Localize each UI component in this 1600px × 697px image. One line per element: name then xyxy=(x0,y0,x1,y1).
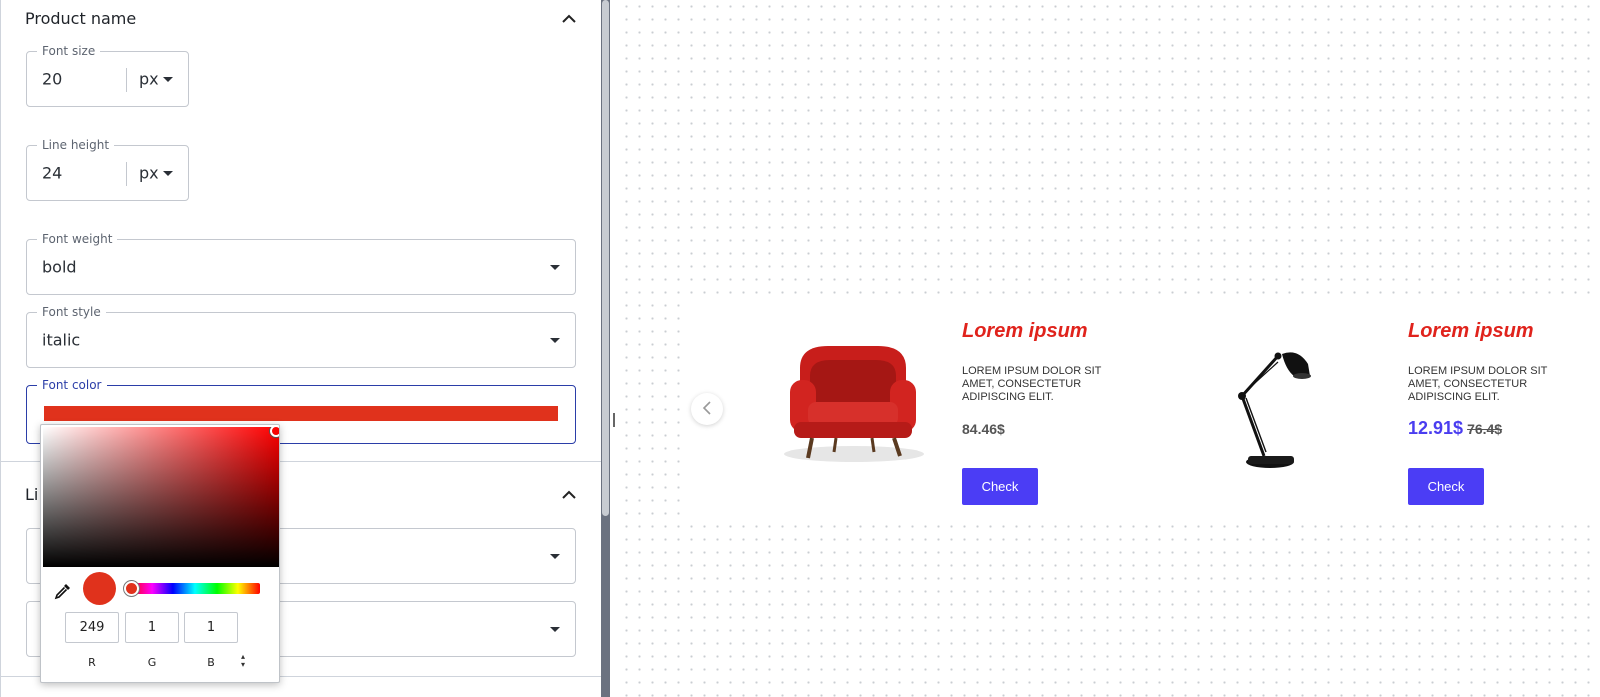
product-price: 84.46$ xyxy=(962,421,1005,437)
font-color-label: Font color xyxy=(37,378,107,392)
caret-down-icon[interactable] xyxy=(550,265,560,270)
caret-down-icon[interactable] xyxy=(550,338,560,343)
font-size-unit-select[interactable]: px xyxy=(139,70,159,89)
unit-separator xyxy=(126,162,127,186)
red-input[interactable]: 249 xyxy=(65,612,119,643)
saturation-handle[interactable] xyxy=(270,427,279,437)
green-label: G xyxy=(147,656,157,669)
product-title: Lorem ipsum xyxy=(962,320,1088,342)
blue-input[interactable]: 1 xyxy=(184,612,238,643)
sale-price: 12.91$ xyxy=(1408,418,1464,438)
font-size-field[interactable]: Font size 20 px xyxy=(26,44,189,107)
product-slider: Lorem ipsum LOREM IPSUM DOLOR SIT AMET, … xyxy=(686,300,1600,516)
hue-slider[interactable] xyxy=(130,583,260,594)
caret-down-icon[interactable] xyxy=(550,554,560,559)
product-description: LOREM IPSUM DOLOR SIT AMET, CONSECTETUR … xyxy=(1408,365,1548,403)
editor-window: Product name Font size 20 px Line height… xyxy=(0,0,1600,697)
section-title: Product name xyxy=(25,8,137,28)
font-style-value: italic xyxy=(42,330,81,350)
product-price-sale: 12.91$ 76.4$ xyxy=(1408,418,1502,439)
font-size-input[interactable]: 20 xyxy=(42,70,62,89)
chevron-left-icon xyxy=(702,400,712,419)
font-weight-value: bold xyxy=(42,257,77,277)
line-height-field[interactable]: Line height 24 px xyxy=(26,138,189,201)
color-preview xyxy=(83,572,116,605)
font-weight-label: Font weight xyxy=(37,232,118,246)
line-height-unit-select[interactable]: px xyxy=(139,164,159,183)
product-description: LOREM IPSUM DOLOR SIT AMET, CONSECTETUR … xyxy=(962,365,1102,403)
product-image-armchair xyxy=(770,336,930,466)
saturation-area[interactable] xyxy=(43,427,279,567)
panel-resize-handle[interactable] xyxy=(613,413,615,427)
section-header-product-name[interactable]: Product name xyxy=(25,4,577,32)
color-picker-popup: 249 1 1 R G B ▴ ▾ xyxy=(40,424,280,683)
old-price: 76.4$ xyxy=(1467,421,1503,437)
eyedropper-icon[interactable] xyxy=(54,582,72,600)
blue-label: B xyxy=(207,656,215,669)
product-image-desk-lamp xyxy=(1212,344,1322,472)
chevron-up-icon[interactable] xyxy=(561,486,577,502)
chevron-up-icon[interactable] xyxy=(561,10,577,26)
caret-down-icon[interactable] xyxy=(550,627,560,632)
check-button[interactable]: Check xyxy=(962,468,1038,505)
preview-canvas: Lorem ipsum LOREM IPSUM DOLOR SIT AMET, … xyxy=(620,0,1600,697)
font-weight-select[interactable]: Font weight bold xyxy=(26,232,576,295)
check-button[interactable]: Check xyxy=(1408,468,1484,505)
line-height-label: Line height xyxy=(37,138,115,152)
caret-down-icon[interactable] xyxy=(163,171,173,176)
line-height-input[interactable]: 24 xyxy=(42,164,62,183)
product-title: Lorem ipsum xyxy=(1408,320,1534,342)
font-style-select[interactable]: Font style italic xyxy=(26,305,576,368)
panel-scrollbar-thumb[interactable] xyxy=(602,0,609,516)
slider-prev-button[interactable] xyxy=(691,393,723,425)
font-style-label: Font style xyxy=(37,305,106,319)
green-input[interactable]: 1 xyxy=(125,612,179,643)
section-title: Li xyxy=(25,484,39,504)
unit-separator xyxy=(126,68,127,92)
caret-down-icon[interactable] xyxy=(163,77,173,82)
color-mode-toggle-icon[interactable]: ▴ ▾ xyxy=(238,653,248,669)
font-size-label: Font size xyxy=(37,44,101,58)
red-label: R xyxy=(88,656,96,669)
hue-slider-handle[interactable] xyxy=(124,581,139,596)
font-color-swatch[interactable] xyxy=(44,406,558,421)
